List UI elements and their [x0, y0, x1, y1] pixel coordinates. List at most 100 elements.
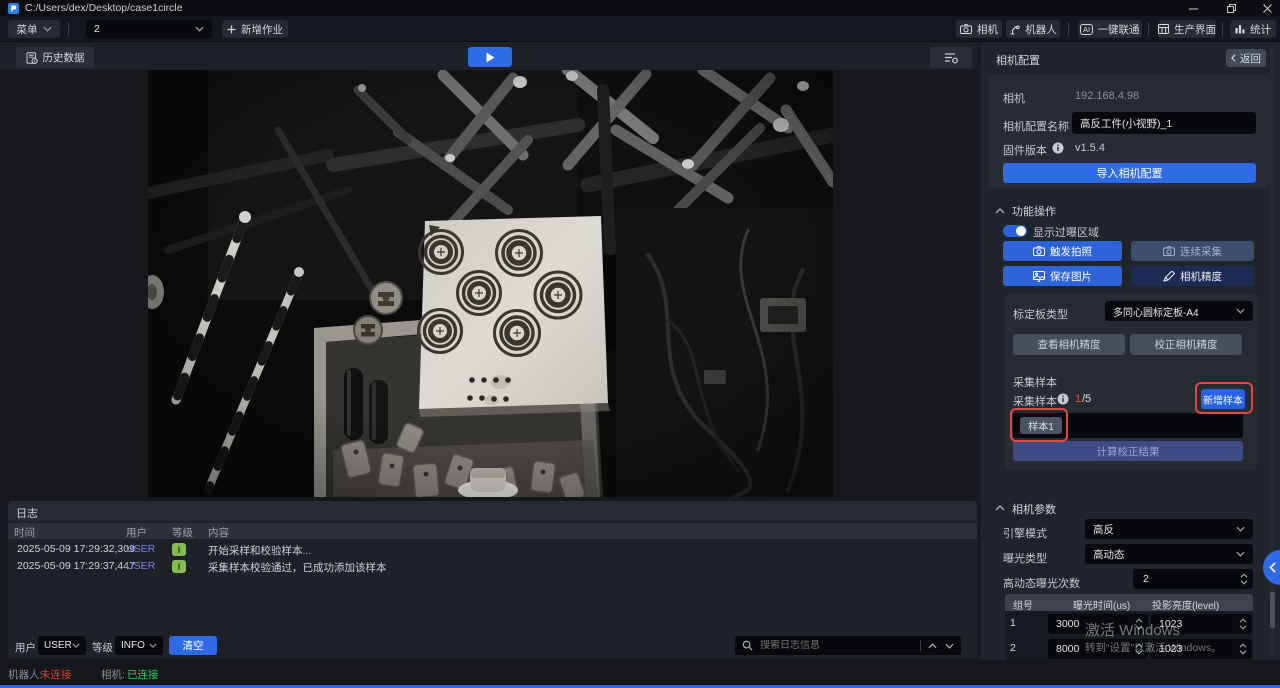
calibration-card: 标定板类型 多同心圆标定板-A4 查看相机精度 校正相机精度 采集样本 采集样本…: [1005, 293, 1257, 470]
trigger-capture-button[interactable]: 触发拍照: [1003, 241, 1122, 261]
ai-connect-button[interactable]: AI 一键联通: [1078, 20, 1142, 38]
overexposure-toggle[interactable]: [1003, 225, 1027, 237]
log-level-filter-select[interactable]: INFO: [115, 636, 163, 655]
log-col-time: 时间: [14, 525, 35, 540]
log-row[interactable]: 2025-05-09 17:29:37,447 USER I 采集样本校验通过，…: [8, 558, 977, 575]
engine-mode-label: 引擎模式: [1003, 525, 1047, 541]
history-data-button[interactable]: 历史数据: [16, 47, 94, 68]
toolbar-divider: [68, 22, 69, 36]
exposure-stepper[interactable]: [1048, 639, 1148, 659]
robot-status-value: 未连接: [40, 667, 72, 682]
log-header-row: 时间 用户 等级 内容: [8, 523, 977, 539]
chevron-down-icon: [149, 643, 157, 648]
camera-view-label: 相机: [977, 22, 998, 37]
camera-icon: [1163, 246, 1175, 256]
minimize-button[interactable]: [1178, 0, 1208, 16]
toggle-knob: [1016, 226, 1026, 236]
close-button[interactable]: [1252, 0, 1280, 16]
log-col-content: 内容: [208, 525, 229, 540]
hdr-count-stepper[interactable]: [1133, 569, 1253, 589]
continuous-capture-button[interactable]: 连续采集: [1131, 241, 1254, 261]
play-button[interactable]: [468, 47, 512, 67]
brightness-input[interactable]: [1151, 639, 1233, 659]
view-precision-label: 查看相机精度: [1038, 337, 1101, 352]
log-search-input[interactable]: [760, 640, 913, 651]
add-sample-button[interactable]: 新增样本: [1201, 389, 1245, 409]
chevron-down-icon: [1236, 526, 1245, 532]
table-row: 1: [1005, 612, 1253, 636]
log-user-filter-label: 用户: [15, 640, 36, 655]
scrollbar-thumb[interactable]: [1270, 592, 1275, 628]
sample-tab[interactable]: 样本1: [1020, 417, 1062, 434]
exposure-input[interactable]: [1048, 614, 1130, 634]
ai-connect-label: 一键联通: [1098, 22, 1140, 37]
log-user-filter-select[interactable]: USER: [38, 636, 86, 655]
import-config-label: 导入相机配置: [1097, 165, 1163, 181]
status-bar: 机器人: 未连接 相机: 已连接: [0, 660, 1280, 685]
viewer-region: 历史数据: [0, 42, 977, 660]
camera-view-button[interactable]: 相机: [956, 20, 1002, 38]
toolbar-divider: [1222, 22, 1223, 36]
log-row[interactable]: 2025-05-09 17:29:32,309 USER I 开始采样和校验样本…: [8, 541, 977, 558]
back-button[interactable]: 返回: [1226, 49, 1266, 67]
log-user: USER: [126, 543, 155, 555]
exposure-table: 组号 曝光时间(us) 投影亮度(level) 1 2: [1005, 594, 1253, 662]
engine-mode-value: 高反: [1093, 522, 1114, 537]
save-image-button[interactable]: 保存图片: [1003, 266, 1122, 286]
config-name-input[interactable]: [1072, 112, 1256, 134]
menu-dropdown[interactable]: 菜单: [8, 20, 60, 38]
collapse-icon[interactable]: [995, 208, 1005, 214]
restore-button[interactable]: [1216, 0, 1246, 16]
exposure-input[interactable]: [1048, 639, 1130, 659]
application-window: C:/Users/dex/Desktop/case1circle 菜单 2 新增…: [0, 0, 1280, 688]
log-level-badge: I: [172, 543, 186, 556]
job-select[interactable]: 2: [86, 20, 212, 38]
hdr-count-input[interactable]: [1133, 569, 1233, 589]
exposure-type-select[interactable]: 高动态: [1085, 544, 1253, 564]
play-icon: [486, 52, 495, 63]
stepper-arrows-icon[interactable]: [1239, 643, 1247, 655]
import-config-button[interactable]: 导入相机配置: [1003, 163, 1256, 183]
display-settings-button[interactable]: [930, 47, 972, 68]
info-icon[interactable]: [1057, 393, 1069, 405]
brightness-input[interactable]: [1151, 614, 1233, 634]
chevron-left-icon: [1269, 562, 1276, 573]
collapse-icon[interactable]: [995, 505, 1005, 511]
chart-icon: [1235, 24, 1245, 34]
brightness-stepper[interactable]: [1151, 639, 1252, 659]
log-content: 采集样本校验通过，已成功添加该样本: [208, 560, 387, 575]
exposure-stepper[interactable]: [1048, 614, 1148, 634]
add-sample-label: 新增样本: [1203, 392, 1243, 407]
new-job-button[interactable]: 新增作业: [222, 20, 288, 38]
robot-view-label: 机器人: [1025, 22, 1057, 37]
board-type-select[interactable]: 多同心圆标定板-A4: [1105, 301, 1253, 321]
production-button[interactable]: 生产界面: [1158, 20, 1216, 38]
fix-precision-button[interactable]: 校正相机精度: [1130, 334, 1242, 355]
compute-correction-button[interactable]: 计算校正结果: [1013, 441, 1243, 461]
table-row: 2: [1005, 637, 1253, 661]
stepper-arrows-icon[interactable]: [1135, 618, 1143, 630]
stepper-arrows-icon[interactable]: [1239, 618, 1247, 630]
log-panel: 日志 时间 用户 等级 内容 2025-05-09 17:29:32,309 U…: [8, 501, 977, 659]
next-match-icon[interactable]: [945, 643, 954, 649]
production-label: 生产界面: [1174, 22, 1216, 37]
camera-status-label: 相机:: [101, 667, 125, 682]
stepper-arrows-icon[interactable]: [1135, 643, 1143, 655]
chevron-down-icon: [43, 26, 52, 32]
stepper-arrows-icon[interactable]: [1240, 573, 1248, 585]
camera-precision-button[interactable]: 相机精度: [1131, 266, 1254, 286]
toolbar-divider: [1148, 22, 1149, 36]
clear-log-button[interactable]: 清空: [169, 636, 217, 655]
search-icon: [742, 640, 753, 651]
stats-button[interactable]: 统计: [1230, 20, 1276, 38]
info-icon[interactable]: [1052, 142, 1064, 154]
engine-mode-select[interactable]: 高反: [1085, 519, 1253, 539]
camera-config-panel: 相机配置 返回 相机 192.168.4.98 相机配置名称 固件版本 v1.5…: [981, 42, 1280, 660]
robot-view-button[interactable]: 机器人: [1006, 20, 1060, 38]
brightness-stepper[interactable]: [1151, 614, 1252, 634]
view-precision-button[interactable]: 查看相机精度: [1013, 334, 1125, 355]
prev-match-icon[interactable]: [928, 643, 937, 649]
log-col-user: 用户: [126, 525, 147, 540]
job-select-value: 2: [94, 23, 100, 35]
samples-section-title: 采集样本: [1013, 374, 1057, 390]
